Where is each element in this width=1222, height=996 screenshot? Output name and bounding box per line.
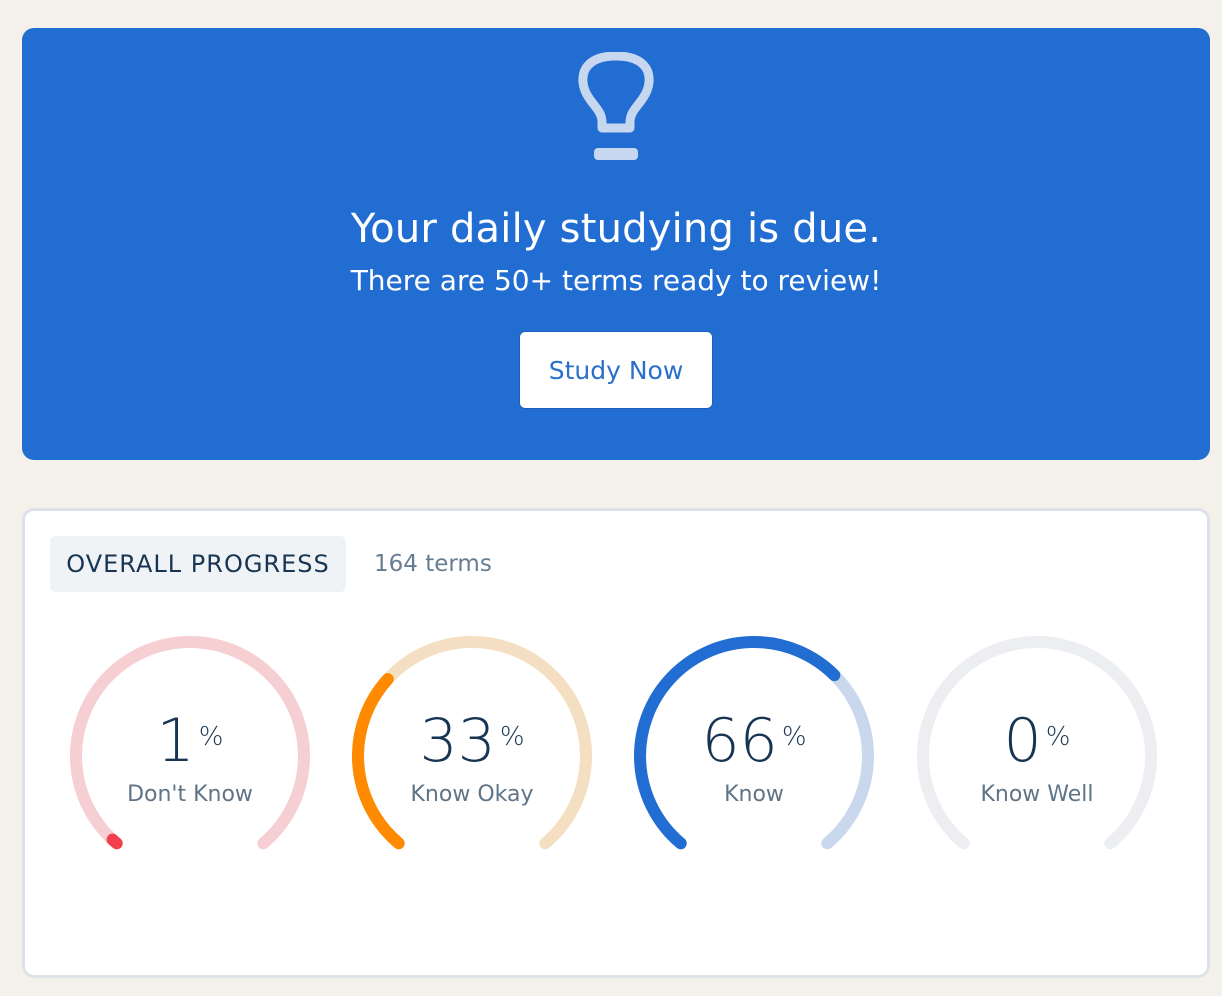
lightbulb-icon <box>578 52 654 160</box>
gauge-value: 0 <box>1003 706 1042 776</box>
gauge-label: Know Okay <box>410 782 534 807</box>
percent-sign: % <box>499 722 525 752</box>
percent-sign: % <box>781 722 807 752</box>
overall-progress-tag: OVERALL PROGRESS <box>50 536 346 592</box>
gauge-value: 1 <box>156 706 195 776</box>
gauge-label: Don't Know <box>127 782 253 807</box>
gauge-value: 33 <box>419 706 496 776</box>
gauge-percent: 66% <box>634 706 874 776</box>
gauge-fill <box>106 833 123 850</box>
gauge-percent: 1% <box>70 706 310 776</box>
gauge-dont-know: 1% Don't Know <box>70 636 330 876</box>
gauge-label: Know <box>724 782 784 807</box>
gauge-know-well: 0% Know Well <box>917 636 1177 876</box>
percent-sign: % <box>1045 722 1071 752</box>
banner-title: Your daily studying is due. <box>350 206 882 252</box>
gauge-percent: 33% <box>352 706 592 776</box>
banner-subtitle: There are 50+ terms ready to review! <box>350 264 882 297</box>
gauge-know-okay: 33% Know Okay <box>352 636 612 876</box>
gauge-value: 66 <box>701 706 778 776</box>
overall-progress-card: OVERALL PROGRESS 164 terms 1% Don't Know… <box>22 508 1210 978</box>
gauge-know: 66% Know <box>634 636 894 876</box>
percent-sign: % <box>198 722 224 752</box>
gauge-percent: 0% <box>917 706 1157 776</box>
study-now-button[interactable]: Study Now <box>519 331 713 409</box>
study-due-banner: Your daily studying is due. There are 50… <box>22 28 1210 460</box>
term-count: 164 terms <box>374 551 492 577</box>
gauge-label: Know Well <box>980 782 1094 807</box>
